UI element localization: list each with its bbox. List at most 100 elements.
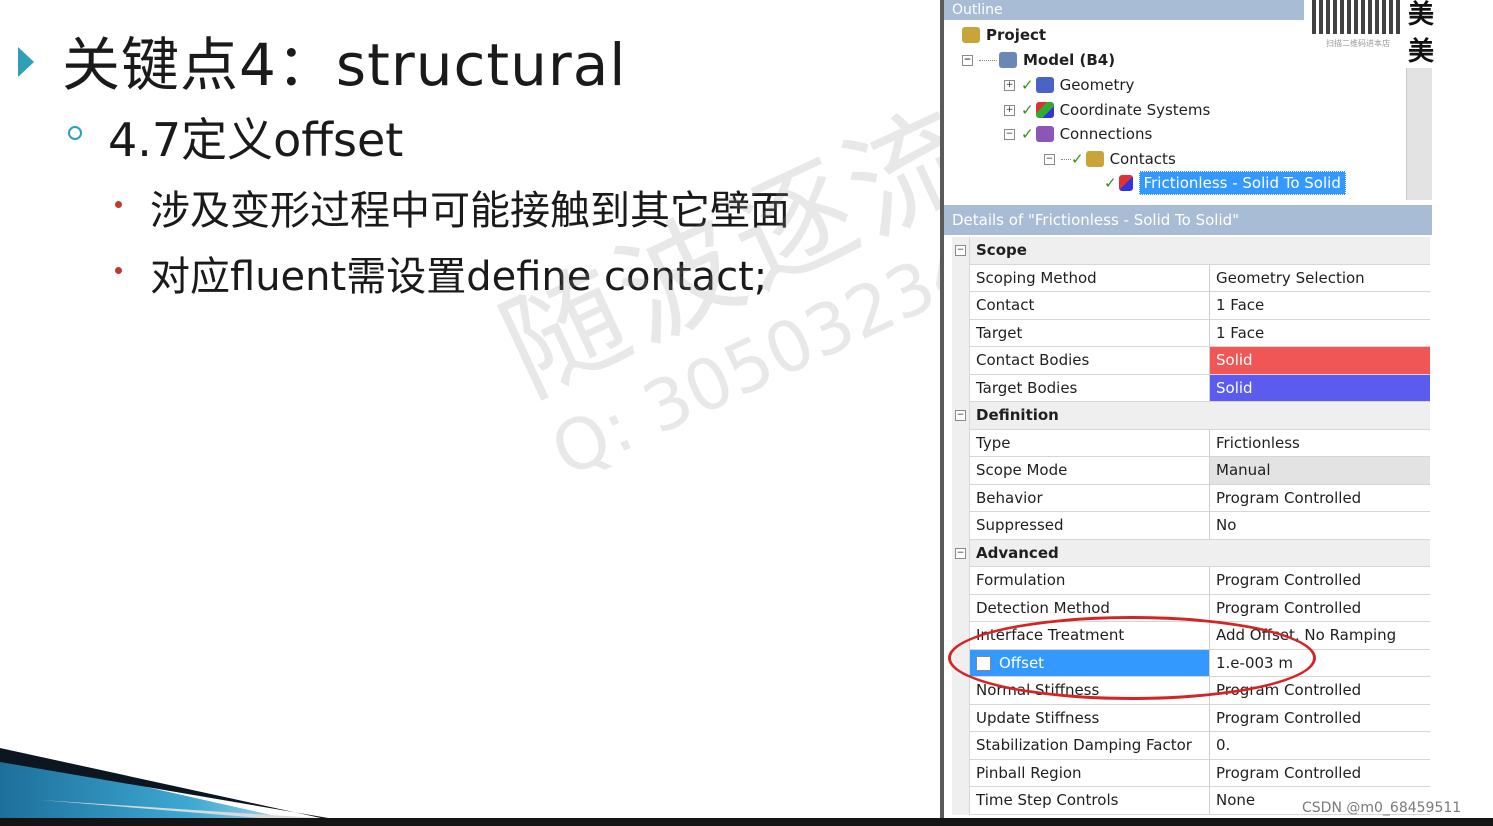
property-name-text: Target Bodies <box>976 378 1078 397</box>
property-row-formulation[interactable]: Formulation Program Controlled <box>952 567 1430 595</box>
qr-code-badge: 美美 扫描二维码进本店 <box>1304 0 1436 68</box>
row-gutter <box>952 732 970 760</box>
property-name: Update Stiffness <box>970 704 1210 732</box>
property-name: Offset <box>970 649 1210 677</box>
property-row-target[interactable]: Target 1 Face <box>952 319 1430 347</box>
property-row-update-stiffness[interactable]: Update Stiffness Program Controlled <box>952 704 1430 732</box>
property-name: Contact Bodies <box>970 347 1210 375</box>
row-gutter: − <box>952 539 970 567</box>
property-value[interactable]: 0. <box>1210 732 1430 760</box>
property-row-target-bodies[interactable]: Target Bodies Solid <box>952 374 1430 402</box>
collapse-icon[interactable]: − <box>955 245 966 256</box>
connections-icon <box>1035 126 1054 142</box>
tree-item-label: Connections <box>1059 125 1153 143</box>
property-value[interactable]: Geometry Selection <box>1210 265 1430 292</box>
section-scope[interactable]: − Scope <box>952 237 1430 265</box>
property-value[interactable]: Program Controlled <box>1210 760 1430 787</box>
geometry-icon <box>1035 77 1054 93</box>
collapse-icon[interactable]: − <box>1044 153 1055 165</box>
checkmark-icon: ✓ <box>1071 150 1084 168</box>
property-name-text: Behavior <box>976 488 1043 507</box>
parameter-checkbox[interactable] <box>976 655 991 671</box>
property-row-behavior[interactable]: Behavior Program Controlled <box>952 484 1430 512</box>
collapse-icon[interactable]: − <box>1004 128 1015 140</box>
tree-item-geometry[interactable]: + ✓ Geometry <box>1004 74 1134 96</box>
property-value[interactable]: Program Controlled <box>1210 677 1430 705</box>
model-icon <box>999 52 1017 68</box>
details-grid: − Scope Scoping Method Geometry Selection Co… <box>952 237 1430 815</box>
qr-brand: 美美 <box>1408 0 1435 67</box>
details-header: Details of "Frictionless - Solid To Soli… <box>944 205 1436 235</box>
contact-region-icon <box>1118 175 1133 191</box>
property-row-interface-treatment[interactable]: Interface Treatment Add Offset, No Rampin… <box>952 622 1430 650</box>
property-value[interactable]: Program Controlled <box>1210 705 1430 732</box>
row-gutter <box>952 347 970 375</box>
property-row-stabilization-damping-factor[interactable]: Stabilization Damping Factor 0. <box>952 732 1430 760</box>
property-value[interactable]: 1.e-003 m <box>1210 650 1430 677</box>
presentation-slide: 关键点4：structural 4.7定义offset 涉及变形过程中可能接触到… <box>0 0 940 826</box>
tree-item-project[interactable]: Project <box>962 24 1046 46</box>
tree-item-label: Coordinate Systems <box>1059 101 1211 119</box>
expand-icon[interactable]: + <box>1004 79 1015 91</box>
property-value[interactable]: Solid <box>1210 347 1430 375</box>
property-row-detection-method[interactable]: Detection Method Program Controlled <box>952 594 1430 622</box>
property-row-scope-mode[interactable]: Scope Mode Manual <box>952 457 1430 485</box>
row-gutter <box>952 319 970 347</box>
tree-item-connections[interactable]: − ✓ Connections <box>1004 123 1152 145</box>
collapse-icon[interactable]: − <box>955 547 966 559</box>
property-row-normal-stiffness[interactable]: Normal Stiffness Program Controlled <box>952 677 1430 705</box>
property-row-offset[interactable]: Offset 1.e-003 m <box>952 649 1430 677</box>
row-gutter <box>952 677 970 705</box>
property-name: Interface Treatment <box>970 622 1210 650</box>
row-gutter <box>952 429 970 457</box>
collapse-icon[interactable]: − <box>955 410 966 421</box>
property-value[interactable]: Program Controlled <box>1210 485 1430 512</box>
property-row-contact[interactable]: Contact 1 Face <box>952 292 1430 320</box>
property-name-text: Formulation <box>976 571 1066 589</box>
row-gutter <box>952 374 970 402</box>
section-label: Advanced <box>970 539 1430 567</box>
slide-point-2: 对应fluent需设置define contact; <box>150 254 768 300</box>
property-name-text: Normal Stiffness <box>976 681 1100 699</box>
property-row-scoping-method[interactable]: Scoping Method Geometry Selection <box>952 264 1430 292</box>
section-label: Scope <box>970 237 1430 265</box>
tree-scrollbar[interactable] <box>1406 68 1433 200</box>
property-name: Contact <box>970 292 1210 320</box>
property-value[interactable]: Program Controlled <box>1210 595 1430 622</box>
property-row-type[interactable]: Type Frictionless <box>952 429 1430 457</box>
property-value[interactable]: Add Offset, No Ramping <box>1210 622 1430 650</box>
section-label: Definition <box>970 402 1430 430</box>
property-value[interactable]: Solid <box>1210 374 1430 402</box>
tree-item-model[interactable]: − Model (B4) <box>962 49 1115 71</box>
tree-item-coordinate-systems[interactable]: + ✓ Coordinate Systems <box>1004 99 1210 121</box>
property-value[interactable]: Frictionless <box>1210 430 1430 457</box>
tree-item-frictionless[interactable]: ✓ Frictionless - Solid To Solid <box>1104 171 1346 195</box>
outline-header: Outline <box>944 0 1312 20</box>
property-row-suppressed[interactable]: Suppressed No <box>952 512 1430 540</box>
property-value[interactable]: 1 Face <box>1210 320 1430 347</box>
property-value[interactable]: 1 Face <box>1210 292 1430 320</box>
row-gutter <box>952 512 970 540</box>
property-row-contact-bodies[interactable]: Contact Bodies Solid <box>952 347 1430 375</box>
property-name: Target <box>970 319 1210 347</box>
collapse-icon[interactable]: − <box>962 54 973 66</box>
section-definition[interactable]: − Definition <box>952 402 1430 430</box>
section-advanced[interactable]: − Advanced <box>952 539 1430 567</box>
row-gutter <box>952 622 970 650</box>
row-gutter <box>952 787 970 815</box>
property-name-text: Time Step Controls <box>976 791 1119 809</box>
qr-code-icon <box>1312 0 1400 34</box>
property-name: Detection Method <box>970 594 1210 622</box>
contacts-icon <box>1085 151 1104 167</box>
property-value[interactable]: No <box>1210 512 1430 540</box>
slide-title: 关键点4：structural <box>62 31 627 99</box>
property-name-text: Suppressed <box>976 516 1064 534</box>
checkmark-icon: ✓ <box>1104 174 1117 192</box>
property-value[interactable]: Manual <box>1210 457 1430 485</box>
property-name: Stabilization Damping Factor <box>970 732 1210 760</box>
property-name-text: Interface Treatment <box>976 626 1125 644</box>
expand-icon[interactable]: + <box>1004 104 1015 116</box>
tree-item-contacts[interactable]: − ✓ Contacts <box>1044 148 1176 170</box>
property-row-pinball-region[interactable]: Pinball Region Program Controlled <box>952 759 1430 787</box>
property-value[interactable]: Program Controlled <box>1210 567 1430 595</box>
